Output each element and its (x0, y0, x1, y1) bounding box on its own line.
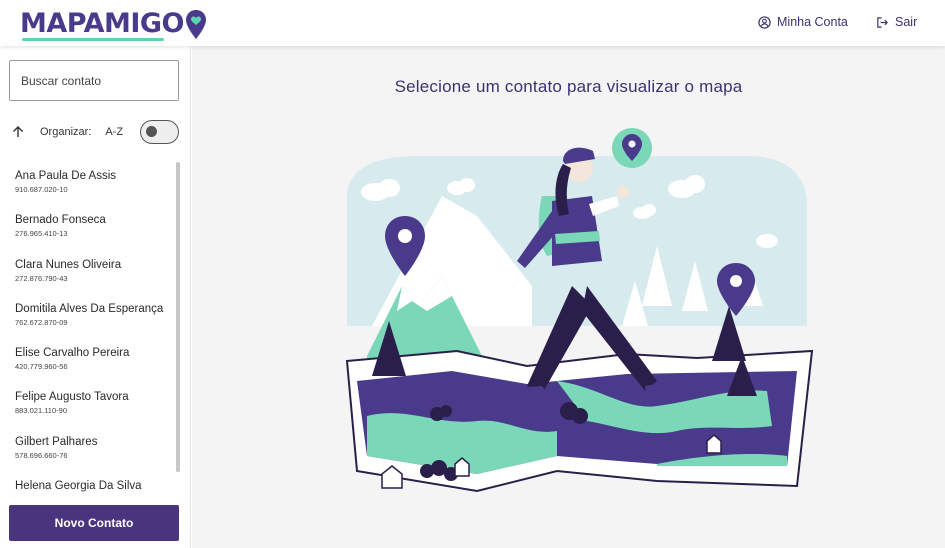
empty-state-title: Selecione um contato para visualizar o m… (394, 77, 743, 96)
contact-item[interactable]: Elise Carvalho Pereira 420.779.960-56 (15, 346, 175, 371)
map-panel: Selecione um contato para visualizar o m… (192, 46, 945, 548)
contact-item[interactable]: Bernado Fonseca 276.965.410-13 (15, 213, 175, 238)
contact-name: Clara Nunes Oliveira (15, 259, 122, 271)
contact-item[interactable]: Helena Georgia Da Silva (15, 479, 175, 494)
logout-arrow-icon (877, 16, 888, 28)
contact-document: 910.687.020-10 (15, 185, 68, 194)
contact-name: Bernado Fonseca (15, 214, 106, 226)
contact-document: 578.696.660-76 (15, 451, 68, 460)
sort-value: A-Z (105, 126, 124, 138)
contact-list: Ana Paula De Assis 910.687.020-10 Bernad… (0, 164, 191, 494)
user-circle-icon (758, 15, 771, 29)
app-logo[interactable]: MAPAMIGO (20, 8, 207, 42)
contact-item[interactable]: Felipe Augusto Tavora 883.021.110-90 (15, 390, 175, 415)
contact-document: 883.021.110-90 (15, 406, 67, 415)
logout-label: Sair (895, 15, 918, 29)
sort-label: Organizar: (40, 126, 92, 138)
contact-item[interactable]: Domitila Alves Da Esperança 762.672.870-… (15, 302, 175, 327)
sort-row: Organizar: A-Z (11, 120, 181, 144)
sort-toggle[interactable] (140, 120, 179, 144)
contact-name: Ana Paula De Assis (15, 170, 117, 182)
contact-name: Domitila Alves Da Esperança (15, 303, 164, 315)
arrow-up-icon[interactable] (11, 125, 25, 139)
contact-document: 272.876.790-43 (15, 274, 68, 283)
new-contact-button[interactable]: Novo Contato (9, 505, 179, 541)
contact-item[interactable]: Clara Nunes Oliveira 272.876.790-43 (15, 258, 175, 283)
contact-document: 762.672.870-09 (15, 318, 68, 327)
search-input[interactable] (9, 60, 179, 101)
contact-document: 420.779.960-56 (15, 362, 68, 371)
account-link[interactable]: Minha Conta (758, 15, 848, 29)
account-label: Minha Conta (777, 15, 848, 29)
contact-document: 276.965.410-13 (15, 229, 68, 238)
contact-list-scrollbar[interactable] (176, 162, 180, 472)
contact-item[interactable]: Gilbert Palhares 578.696.660-76 (15, 435, 175, 460)
map-pin-heart-icon (186, 10, 206, 39)
top-header: MAPAMIGO Minha Conta Sair (0, 0, 945, 46)
contact-name: Gilbert Palhares (15, 436, 98, 448)
contact-name: Helena Georgia Da Silva (15, 480, 142, 492)
contact-name: Elise Carvalho Pereira (15, 347, 130, 359)
contact-item[interactable]: Ana Paula De Assis 910.687.020-10 (15, 169, 175, 194)
logout-link[interactable]: Sair (876, 15, 917, 29)
logo-underline (22, 38, 164, 41)
toggle-knob (146, 126, 157, 137)
logo-text: MAPAMIGO (20, 8, 185, 39)
scrollbar-thumb[interactable] (176, 162, 180, 472)
hiker-map-illustration (345, 128, 814, 493)
contacts-sidebar: Organizar: A-Z Ana Paula De Assis 910.68… (0, 46, 191, 548)
contact-name: Felipe Augusto Tavora (15, 391, 129, 403)
